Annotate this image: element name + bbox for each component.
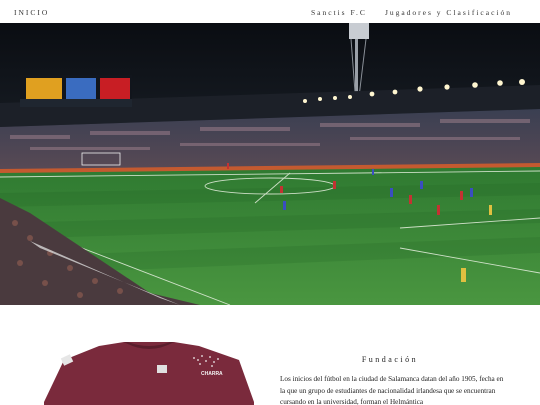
section-paragraph: Los inicios del fútbol en la ciudad de S… [280,375,504,405]
top-nav: INICIO Sanctis F.C Jugadores y Clasifica… [0,0,540,23]
hero-stadium-image [0,23,540,305]
shirt-sponsor-text: CHARRA [201,371,223,377]
foundation-section: CHARRA Fundación Los inicios del fútbol … [0,305,540,405]
section-title: Fundación [361,355,419,364]
nav-home-link[interactable]: INICIO [14,8,49,17]
nav-links: Sanctis F.C Jugadores y Clasificación [311,8,512,17]
nav-link-club[interactable]: Sanctis F.C [311,8,367,17]
nav-link-players[interactable]: Jugadores y Clasificación [385,8,512,17]
team-shirt-image: CHARRA [44,342,254,405]
scoreboard [20,75,132,107]
